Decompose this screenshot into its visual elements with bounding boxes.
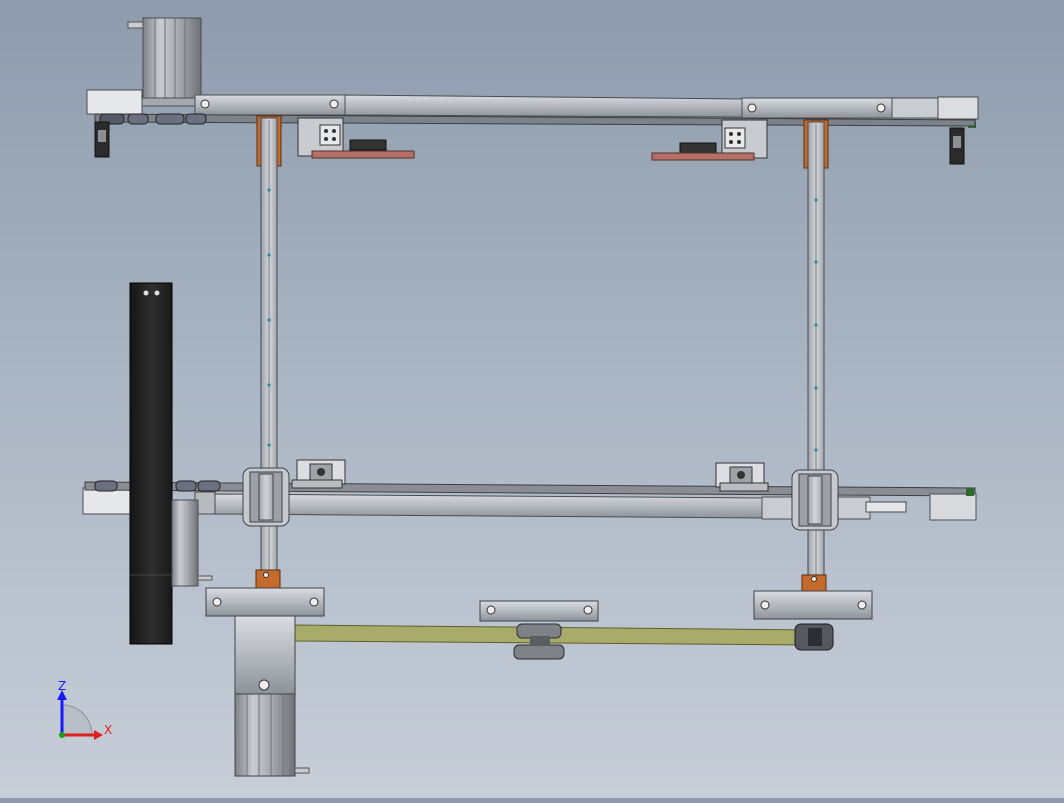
cad-viewport[interactable]: Z X [0, 0, 1064, 798]
assembly-drawing[interactable]: Z X [0, 0, 1064, 798]
bottom-right-sensor-block[interactable] [715, 462, 769, 492]
left-carriage[interactable] [242, 467, 290, 527]
right-carriage[interactable] [791, 469, 839, 531]
top-left-sensor-bracket[interactable] [297, 117, 415, 159]
left-motor-plate[interactable] [205, 587, 325, 617]
right-drive-pulley[interactable] [794, 623, 834, 651]
axis-triad: Z X [57, 679, 112, 740]
bottom-left-sensor-block[interactable] [291, 459, 346, 489]
center-idler-plate[interactable] [479, 600, 599, 622]
black-counterweight[interactable] [129, 282, 213, 645]
x-axis-label: X [104, 723, 112, 737]
z-axis-label: Z [58, 679, 66, 693]
top-right-sensor-bracket[interactable] [651, 119, 768, 161]
right-pulley-plate[interactable] [753, 590, 873, 620]
bottom-beam[interactable] [82, 480, 977, 521]
top-beam[interactable] [86, 89, 979, 165]
